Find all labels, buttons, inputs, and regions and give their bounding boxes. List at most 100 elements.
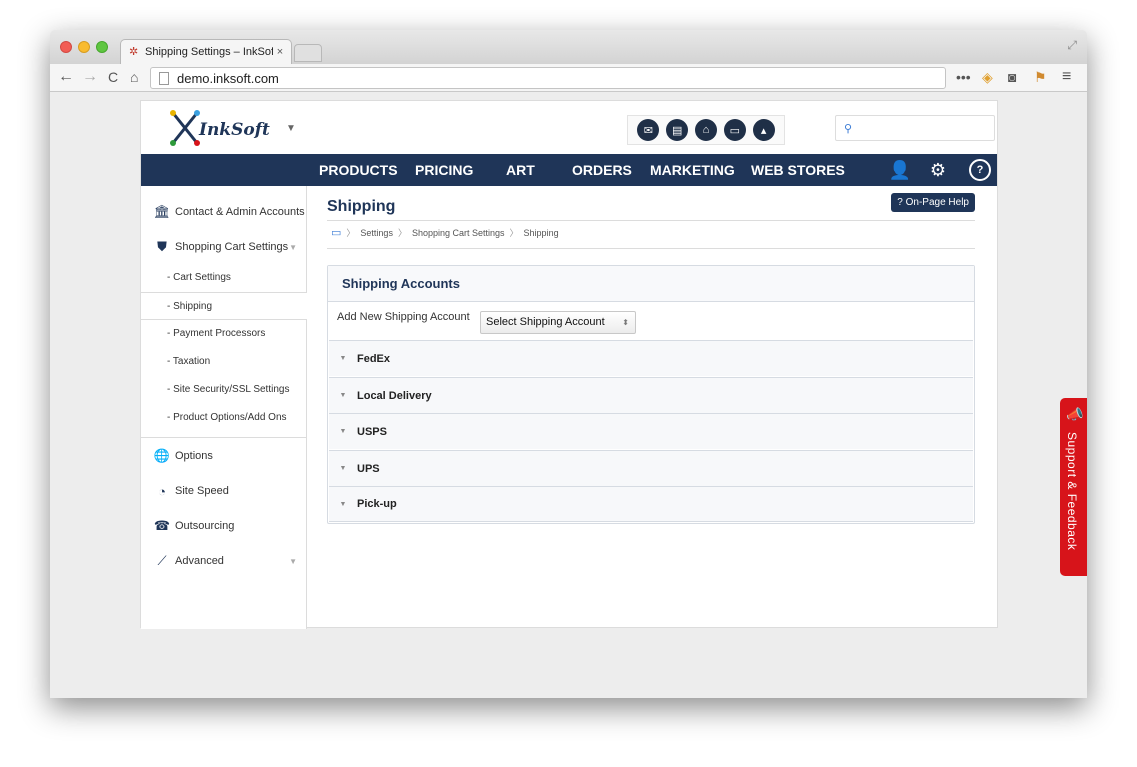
sidebar-item-advanced[interactable]: ⟋ Advanced ▼	[141, 553, 307, 569]
sidebar-subitem-cart-settings[interactable]: - Cart Settings	[141, 264, 307, 292]
favicon-icon: ✲	[129, 46, 139, 58]
chevron-down-icon: ▼	[289, 556, 297, 566]
url-text: demo.inksoft.com	[177, 70, 279, 86]
inksoft-logo[interactable]: InkSoft	[169, 109, 297, 147]
maximize-window-button[interactable]	[96, 41, 108, 53]
settings-sidebar: 🏛 Contact & Admin Accounts ⛊ Shopping Ca…	[141, 186, 307, 629]
accordion-label: UPS	[357, 462, 380, 475]
logo-text: InkSoft	[198, 120, 270, 140]
breadcrumb-shipping: Shipping	[523, 227, 559, 238]
nav-products[interactable]: PRODUCTS	[319, 154, 398, 186]
fullscreen-icon[interactable]: ⤢	[1067, 38, 1077, 53]
browser-window: ✲ Shipping Settings – InkSoft × ⤢ ← → C …	[50, 30, 1087, 698]
sidebar-subitem-payment-processors[interactable]: - Payment Processors	[141, 320, 307, 348]
sidebar-subitem-shipping[interactable]: - Shipping	[141, 292, 307, 320]
title-divider	[327, 220, 975, 221]
new-tab-button[interactable]	[294, 44, 322, 62]
search-box[interactable]: ⚲	[835, 115, 995, 141]
accordion-label: Pick-up	[357, 498, 397, 510]
nav-web-stores[interactable]: WEB STORES	[751, 154, 845, 186]
search-input[interactable]	[858, 121, 979, 135]
accordion-ups[interactable]: ▼ UPS	[329, 450, 973, 486]
chevron-down-icon: ▼	[339, 355, 347, 362]
sidebar-subitem-product-options[interactable]: - Product Options/Add Ons	[141, 404, 307, 432]
title-bar: ✲ Shipping Settings – InkSoft × ⤢	[50, 30, 1087, 64]
address-bar[interactable]: demo.inksoft.com	[150, 67, 946, 89]
breadcrumb-settings[interactable]: Settings	[360, 228, 393, 238]
chevron-right-icon: 〉	[509, 228, 519, 238]
logo-chevron-down-icon[interactable]: ▼	[286, 123, 296, 134]
chevron-down-icon: ▼	[339, 465, 347, 472]
menu-icon[interactable]: ≡	[1062, 69, 1071, 85]
forward-icon[interactable]: →	[82, 68, 98, 86]
main-nav: PRODUCTS PRICING ART ORDERS MARKETING WE…	[141, 154, 997, 186]
nav-marketing[interactable]: MARKETING	[650, 154, 735, 186]
support-feedback-tab[interactable]: 📣 Support & Feedback	[1060, 398, 1087, 576]
phone-icon: ☎	[153, 518, 171, 533]
help-circle-icon[interactable]: ?	[969, 159, 991, 181]
building-icon: 🏛	[153, 204, 171, 219]
gear-icon[interactable]: ⚙	[926, 158, 950, 182]
sidebar-item-site-speed[interactable]: ◔ Site Speed	[141, 483, 307, 499]
minimize-window-button[interactable]	[78, 41, 90, 53]
sidebar-item-outsourcing[interactable]: ☎ Outsourcing	[141, 518, 307, 534]
user-icon[interactable]: 👤	[888, 158, 912, 182]
home-icon[interactable]: ⌂	[130, 68, 138, 86]
accordion-local-delivery[interactable]: ▼ Local Delivery	[329, 377, 973, 413]
sidebar-item-label: Contact & Admin Accounts	[175, 206, 305, 218]
sidebar-divider	[141, 437, 307, 438]
pocket-icon[interactable]: ◙	[1008, 69, 1016, 85]
page-icon	[159, 71, 169, 85]
chevron-right-icon: 〉	[346, 228, 356, 238]
sidebar-item-label: Outsourcing	[175, 520, 235, 532]
reload-icon[interactable]: C	[108, 68, 118, 86]
more-icon[interactable]: •••	[956, 69, 971, 85]
browser-tab[interactable]: ✲ Shipping Settings – InkSoft ×	[120, 39, 292, 64]
chart-icon[interactable]: ▴	[752, 119, 775, 141]
mail-icon[interactable]: ✉	[637, 119, 660, 141]
extension-icon[interactable]: ◈	[982, 69, 993, 85]
accordion-label: Local Delivery	[357, 389, 432, 402]
chevron-right-icon: 〉	[397, 228, 407, 238]
sidebar-item-contact-admin[interactable]: 🏛 Contact & Admin Accounts	[141, 204, 307, 220]
tab-close-icon[interactable]: ×	[273, 46, 287, 58]
sidebar-item-options[interactable]: 🌐 Options	[141, 448, 307, 464]
monitor-icon[interactable]: ▭	[331, 226, 341, 239]
store-icon[interactable]: ⌂	[694, 119, 717, 141]
speedometer-icon: ◔	[158, 483, 166, 499]
chevron-down-icon: ▼	[339, 500, 347, 508]
sidebar-subitem-site-security[interactable]: - Site Security/SSL Settings	[141, 376, 307, 404]
sidebar-item-label: Options	[175, 450, 213, 462]
accordion-pick-up[interactable]: ▼ Pick-up	[329, 486, 973, 522]
sidebar-subitem-taxation[interactable]: - Taxation	[141, 348, 307, 376]
flag-icon[interactable]: ⚑	[1034, 69, 1047, 85]
clipboard-icon[interactable]: ▤	[666, 119, 689, 141]
breadcrumb-shopping-cart-settings[interactable]: Shopping Cart Settings	[412, 228, 505, 238]
accordion-label: FedEx	[357, 352, 391, 365]
panel-title: Shipping Accounts	[328, 266, 974, 302]
app-header: InkSoft ▼ ✉ ▤ ⌂ ▭ ▴ ⚲	[141, 101, 997, 154]
shipping-account-select[interactable]: Select Shipping Account ⬍	[480, 311, 636, 334]
breadcrumb: ▭ 〉 Settings 〉 Shopping Cart Settings 〉 …	[331, 226, 559, 239]
search-icon: ⚲	[844, 122, 853, 135]
chevron-down-icon: ▼	[289, 242, 297, 252]
close-window-button[interactable]	[60, 41, 72, 53]
accordion-usps[interactable]: ▼ USPS	[329, 413, 973, 449]
trend-icon: ⟋	[157, 553, 167, 568]
accordion-label: USPS	[357, 425, 387, 438]
megaphone-icon: 📣	[1066, 406, 1084, 422]
back-icon[interactable]: ←	[58, 68, 74, 86]
nav-art[interactable]: ART	[506, 154, 535, 186]
shipping-accounts-panel: Shipping Accounts Add New Shipping Accou…	[327, 265, 975, 524]
nav-pricing[interactable]: PRICING	[415, 154, 473, 186]
main-content: Shipping ? On-Page Help ▭ 〉 Settings 〉 S…	[327, 186, 977, 629]
page-viewport: InkSoft ▼ ✉ ▤ ⌂ ▭ ▴ ⚲ PRODUCTS PRICING A…	[50, 92, 1087, 698]
nav-orders[interactable]: ORDERS	[572, 154, 632, 186]
header-icon-group: ✉ ▤ ⌂ ▭ ▴	[627, 115, 785, 145]
page-title: Shipping	[327, 198, 396, 215]
on-page-help-button[interactable]: ? On-Page Help	[891, 193, 975, 212]
tab-title: Shipping Settings – InkSoft	[145, 46, 273, 58]
monitor-icon[interactable]: ▭	[723, 119, 746, 141]
accordion-fedex[interactable]: ▼ FedEx	[329, 340, 973, 376]
sidebar-item-shopping-cart[interactable]: ⛊ Shopping Cart Settings ▼	[141, 239, 307, 255]
